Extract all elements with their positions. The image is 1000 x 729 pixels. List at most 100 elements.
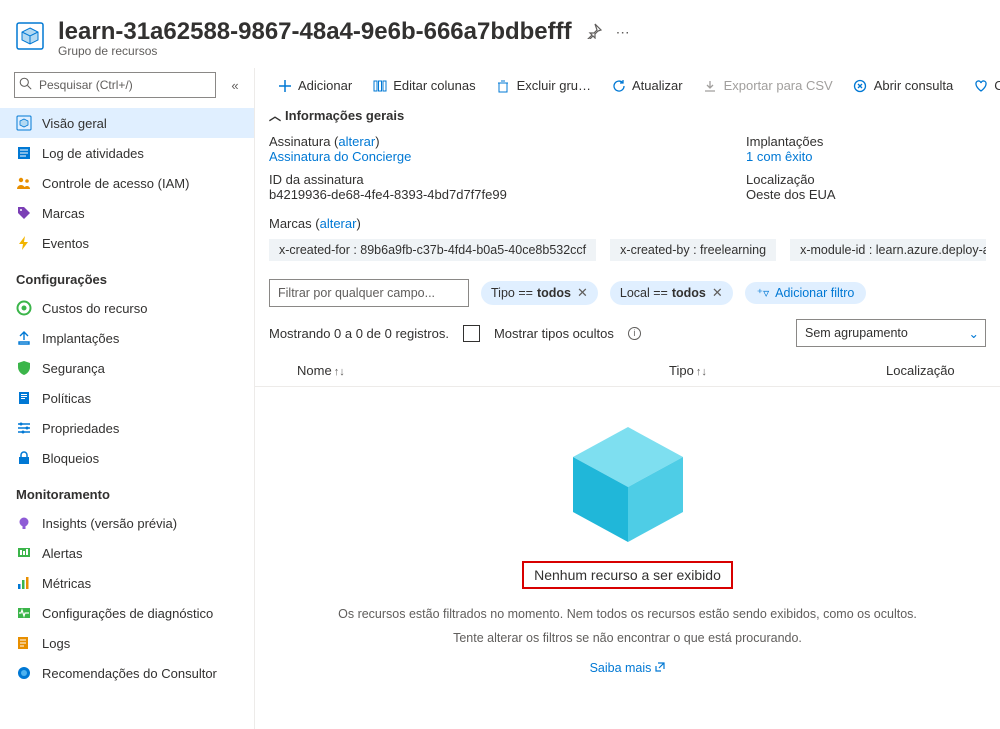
sidebar-item-policies[interactable]: Políticas — [0, 383, 254, 413]
sidebar-item-label: Segurança — [42, 361, 105, 376]
tag-pill[interactable]: x-created-by : freelearning — [610, 239, 776, 261]
insights-icon — [16, 515, 32, 531]
filter-pill-location[interactable]: Local == todos✕ — [610, 281, 733, 305]
change-subscription-link[interactable]: alterar — [338, 134, 375, 149]
cost-icon — [16, 300, 32, 316]
sidebar-item-label: Marcas — [42, 206, 85, 221]
collapse-sidebar-button[interactable]: « — [226, 78, 244, 93]
location-value: Oeste dos EUA — [746, 187, 836, 202]
sidebar-item-label: Recomendações do Consultor — [42, 666, 217, 681]
sidebar-item-metrics[interactable]: Métricas — [0, 568, 254, 598]
sidebar-item-overview[interactable]: Visão geral — [0, 108, 254, 138]
plus-icon — [277, 78, 292, 93]
advisor-icon — [16, 665, 32, 681]
sidebar-item-properties[interactable]: Propriedades — [0, 413, 254, 443]
sidebar: « Visão geral Log de atividades Controle… — [0, 68, 255, 729]
sidebar-item-label: Configurações de diagnóstico — [42, 606, 213, 621]
shield-icon — [16, 360, 32, 376]
results-count: Mostrando 0 a 0 de 0 registros. — [269, 326, 449, 341]
resource-group-icon — [14, 20, 46, 52]
sidebar-item-tags[interactable]: Marcas — [0, 198, 254, 228]
sidebar-item-label: Logs — [42, 636, 70, 651]
learn-more-link[interactable]: Saiba mais — [590, 661, 666, 675]
activity-log-icon — [16, 145, 32, 161]
toolbar: Adicionar Editar colunas Excluir gru… At… — [255, 68, 1000, 103]
sidebar-search-input[interactable] — [14, 72, 216, 98]
empty-state: Nenhum recurso a ser exibido Os recursos… — [255, 387, 1000, 675]
query-icon — [853, 78, 868, 93]
sidebar-item-label: Visão geral — [42, 116, 107, 131]
deploy-icon — [16, 330, 32, 346]
properties-icon — [16, 420, 32, 436]
column-type[interactable]: Tipo↑↓ — [669, 363, 886, 378]
subscription-id-label: ID da assinatura — [269, 172, 364, 187]
sidebar-item-iam[interactable]: Controle de acesso (IAM) — [0, 168, 254, 198]
subscription-id-value: b4219936-de68-4fe4-8393-4bd7d7f7fe99 — [269, 187, 507, 202]
sort-icon: ↑↓ — [694, 366, 707, 378]
filter-input[interactable] — [269, 279, 469, 307]
change-tags-link[interactable]: alterar — [320, 216, 357, 231]
tag-pill[interactable]: x-created-for : 89b6a9fb-c37b-4fd4-b0a5-… — [269, 239, 596, 261]
tag-icon — [16, 205, 32, 221]
empty-line-1: Os recursos estão filtrados no momento. … — [338, 607, 917, 621]
export-csv-button[interactable]: Exportar para CSV — [695, 74, 841, 97]
essentials-panel: ︿ Informações gerais Assinatura (alterar… — [255, 103, 1000, 271]
sidebar-item-label: Políticas — [42, 391, 91, 406]
show-hidden-checkbox[interactable] — [463, 325, 480, 342]
sidebar-item-advisor[interactable]: Recomendações do Consultor — [0, 658, 254, 688]
sidebar-item-logs[interactable]: Logs — [0, 628, 254, 658]
sidebar-item-label: Implantações — [42, 331, 119, 346]
chevron-up-icon: ︿ — [269, 107, 281, 124]
close-icon[interactable]: ✕ — [575, 285, 588, 301]
essentials-toggle[interactable]: ︿ Informações gerais — [269, 107, 404, 124]
add-filter-button[interactable]: ⁺▿ Adicionar filtro — [745, 282, 867, 304]
grouping-select[interactable]: Sem agrupamento ⌄ — [796, 319, 986, 347]
sidebar-item-locks[interactable]: Bloqueios — [0, 443, 254, 473]
metrics-icon — [16, 575, 32, 591]
grid-header: Nome↑↓ Tipo↑↓ Localização — [255, 357, 1000, 387]
sidebar-item-label: Métricas — [42, 576, 91, 591]
info-icon[interactable]: i — [628, 327, 641, 340]
page-header: learn-31a62588-9867-48a4-9e6b-666a7bdbef… — [0, 0, 1000, 68]
diagnostics-icon — [16, 605, 32, 621]
chevron-down-icon: ⌄ — [969, 326, 979, 341]
sidebar-item-label: Eventos — [42, 236, 89, 251]
filters-row: Tipo == todos✕ Local == todos✕ ⁺▿ Adicio… — [255, 271, 1000, 315]
sidebar-item-cost[interactable]: Custos do recurso — [0, 293, 254, 323]
sidebar-item-insights[interactable]: Insights (versão prévia) — [0, 508, 254, 538]
comment-button[interactable]: Coment… — [965, 74, 1000, 97]
subscription-link[interactable]: Assinatura do Concierge — [269, 149, 411, 164]
edit-columns-button[interactable]: Editar colunas — [364, 74, 483, 97]
tag-pill[interactable]: x-module-id : learn.azure.deploy-az — [790, 239, 986, 261]
main-content: Adicionar Editar colunas Excluir gru… At… — [255, 68, 1000, 729]
alerts-icon — [16, 545, 32, 561]
page-subtitle: Grupo de recursos — [58, 44, 986, 58]
more-icon[interactable]: ⋯ — [616, 24, 630, 41]
heart-icon — [973, 78, 988, 93]
sidebar-item-diagnostics[interactable]: Configurações de diagnóstico — [0, 598, 254, 628]
subscription-label: Assinatura — [269, 134, 330, 149]
add-button[interactable]: Adicionar — [269, 74, 360, 97]
sidebar-item-label: Controle de acesso (IAM) — [42, 176, 189, 191]
sidebar-item-security[interactable]: Segurança — [0, 353, 254, 383]
deployments-link[interactable]: 1 com êxito — [746, 149, 812, 164]
sidebar-item-events[interactable]: Eventos — [0, 228, 254, 258]
column-location[interactable]: Localização — [886, 363, 986, 378]
sidebar-item-deployments[interactable]: Implantações — [0, 323, 254, 353]
refresh-button[interactable]: Atualizar — [603, 74, 691, 97]
sidebar-item-alerts[interactable]: Alertas — [0, 538, 254, 568]
page-title: learn-31a62588-9867-48a4-9e6b-666a7bdbef… — [58, 18, 572, 46]
trash-icon — [496, 78, 511, 93]
sidebar-item-label: Custos do recurso — [42, 301, 148, 316]
column-name[interactable]: Nome↑↓ — [269, 363, 669, 378]
deployments-label: Implantações — [746, 134, 823, 149]
sidebar-item-activity-log[interactable]: Log de atividades — [0, 138, 254, 168]
open-query-button[interactable]: Abrir consulta — [845, 74, 961, 97]
resource-group-icon — [16, 115, 32, 131]
close-icon[interactable]: ✕ — [710, 285, 723, 301]
pin-icon[interactable] — [586, 23, 602, 42]
filter-pill-type[interactable]: Tipo == todos✕ — [481, 281, 598, 305]
delete-button[interactable]: Excluir gru… — [488, 74, 599, 97]
logs-icon — [16, 635, 32, 651]
empty-line-2: Tente alterar os filtros se não encontra… — [453, 631, 802, 645]
